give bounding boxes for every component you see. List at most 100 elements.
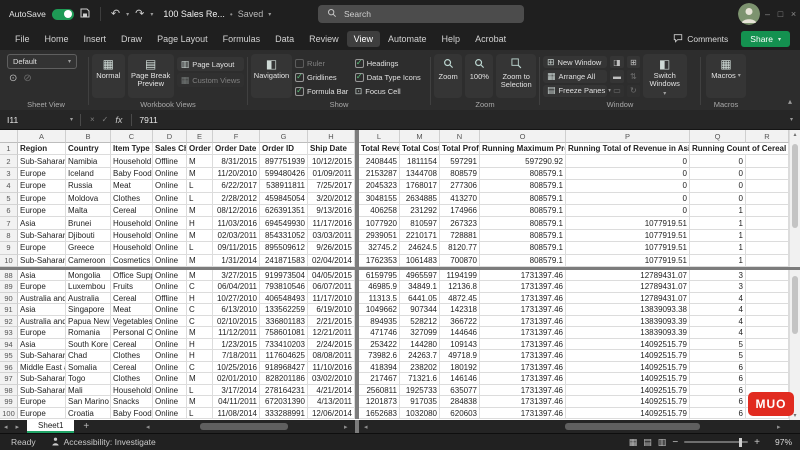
column-header-O[interactable]: O [480,130,566,143]
exit-sheet-view-icon[interactable]: ⊘ [23,73,31,84]
cell-N96[interactable]: 180192 [440,361,480,374]
cell-E92[interactable]: C [187,315,213,328]
cell-A4[interactable]: Europe [18,180,66,193]
cell-G6[interactable]: 626391351 [260,204,308,218]
cell-P8[interactable]: 1077919.51 [566,229,690,243]
cell-M3[interactable]: 1344708 [400,167,440,181]
cell-E5[interactable]: L [187,192,213,205]
page-break-view-icon[interactable]: ▥ [658,437,667,448]
cell-N88[interactable]: 1194199 [440,269,480,282]
cell-O91[interactable]: 1731397.46 [480,304,566,316]
cell-R4[interactable] [746,180,789,193]
cell-O1[interactable]: Running Maximum Profit [480,143,566,156]
cell-N9[interactable]: 8120.77 [440,242,480,255]
switch-windows-button[interactable]: ◧ Switch Windows ▾ [642,54,687,98]
navigation-button[interactable]: ◧ Navigation [251,54,293,98]
cell-H99[interactable]: 4/13/2011 [308,396,355,408]
cell-H90[interactable]: 11/17/2010 [308,292,355,305]
cell-C94[interactable]: Cereal [111,338,153,351]
cell-M1[interactable]: Total Cost [400,143,440,156]
name-box-chevron-icon[interactable]: ▾ [70,116,73,123]
cell-C91[interactable]: Meat [111,304,153,316]
cell-L93[interactable]: 471746 [359,327,400,339]
cell-A94[interactable]: Asia [18,338,66,351]
row-header-90[interactable]: 90 [0,292,18,305]
page-layout-view-icon[interactable]: ▤ [643,437,652,448]
cell-B89[interactable]: Luxembou [66,281,111,293]
enter-icon[interactable]: ✓ [102,115,109,124]
cell-F1[interactable]: Order Date [213,143,260,156]
cell-R89[interactable] [746,281,789,293]
cell-O2[interactable]: 597290.92 [480,155,566,168]
cell-H98[interactable]: 4/21/2014 [308,384,355,397]
cell-E3[interactable]: M [187,167,213,181]
cell-F4[interactable]: 6/22/2017 [213,180,260,193]
unhide-window-button[interactable]: ▭ [610,84,624,97]
cell-Q98[interactable]: 6 [690,384,746,397]
row-header-5[interactable]: 5 [0,192,18,205]
cell-H91[interactable]: 6/19/2010 [308,304,355,316]
cell-O8[interactable]: 808579.1 [480,229,566,243]
search-box[interactable]: Search [318,5,524,23]
cell-C1[interactable]: Item Type [111,143,153,156]
title-chevron-down-icon[interactable]: ▾ [268,11,271,18]
cell-P2[interactable]: 0 [566,155,690,168]
cell-P98[interactable]: 14092515.79 [566,384,690,397]
cell-A3[interactable]: Europe [18,167,66,181]
cell-F100[interactable]: 11/08/2014 [213,407,260,420]
cell-L6[interactable]: 406258 [359,204,400,218]
cell-Q97[interactable]: 6 [690,373,746,385]
row-header-99[interactable]: 99 [0,396,18,408]
cell-R2[interactable] [746,155,789,168]
cell-G95[interactable]: 117604625 [260,350,308,362]
cell-Q7[interactable]: 1 [690,217,746,230]
cell-H10[interactable]: 02/04/2014 [308,254,355,267]
cell-E88[interactable]: M [187,269,213,282]
cell-D88[interactable]: Online [153,269,187,282]
cell-R93[interactable] [746,327,789,339]
cell-E99[interactable]: M [187,396,213,408]
cell-H89[interactable]: 06/07/2011 [308,281,355,293]
tab-view[interactable]: View [346,31,381,47]
cell-N6[interactable]: 174966 [440,204,480,218]
cell-D8[interactable]: Online [153,229,187,243]
cell-E7[interactable]: H [187,217,213,230]
cell-A89[interactable]: Europe [18,281,66,293]
cell-M94[interactable]: 144280 [400,338,440,351]
cell-F90[interactable]: 10/27/2010 [213,292,260,305]
cell-G4[interactable]: 538911811 [260,180,308,193]
cell-A93[interactable]: Europe [18,327,66,339]
cell-D98[interactable]: Online [153,384,187,397]
vertical-scroll-thumb[interactable] [792,276,798,334]
cell-F88[interactable]: 3/27/2015 [213,269,260,282]
row-header-91[interactable]: 91 [0,304,18,316]
minimize-button[interactable]: – [761,0,774,28]
cell-A9[interactable]: Europe [18,242,66,255]
cell-Q5[interactable]: 0 [690,192,746,205]
cell-D92[interactable]: Online [153,315,187,328]
cell-D7[interactable]: Online [153,217,187,230]
cell-D90[interactable]: Offline [153,292,187,305]
normal-view-icon[interactable]: ▦ [629,437,638,448]
cell-C88[interactable]: Office Suppli [111,269,153,282]
cell-O95[interactable]: 1731397.46 [480,350,566,362]
cell-E93[interactable]: M [187,327,213,339]
cell-C98[interactable]: Household [111,384,153,397]
cell-M98[interactable]: 1925733 [400,384,440,397]
cell-O92[interactable]: 1731397.46 [480,315,566,328]
cell-F9[interactable]: 09/11/2015 [213,242,260,255]
formula-bar-checkbox[interactable]: Formula Bar [295,84,352,98]
cell-E10[interactable]: M [187,254,213,267]
cell-P9[interactable]: 1077919.51 [566,242,690,255]
cell-R91[interactable] [746,304,789,316]
cell-M9[interactable]: 24624.5 [400,242,440,255]
autosave-toggle[interactable] [51,8,74,20]
cell-B2[interactable]: Namibia [66,155,111,168]
page-layout-button[interactable]: ▥ Page Layout [176,57,244,71]
row-header-9[interactable]: 9 [0,242,18,255]
cell-N3[interactable]: 808579 [440,167,480,181]
undo-menu-icon[interactable]: ▾ [126,11,129,18]
cell-A99[interactable]: Europe [18,396,66,408]
cell-P10[interactable]: 1077919.51 [566,254,690,267]
tab-draw[interactable]: Draw [114,31,149,47]
